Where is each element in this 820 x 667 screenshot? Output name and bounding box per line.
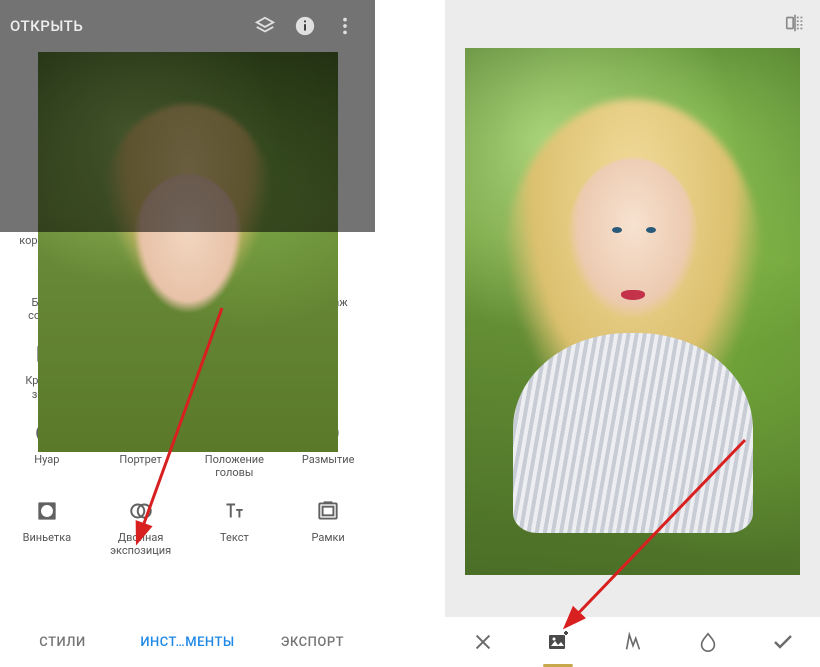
top-toolbar: ОТКРЫТЬ	[0, 0, 375, 52]
tool-double-exposure[interactable]: Двойная экспозиция	[94, 497, 188, 557]
left-photo-preview: ОТКРЫТЬ	[0, 0, 375, 232]
right-screenshot	[445, 0, 820, 667]
info-icon[interactable]	[285, 6, 325, 46]
compare-icon[interactable]	[784, 12, 806, 34]
tool-text[interactable]: Текст	[188, 497, 282, 557]
double-exposure-icon	[127, 497, 155, 525]
tab-tools[interactable]: ИНСТ…МЕНТЫ	[125, 621, 250, 663]
tab-export[interactable]: ЭКСПОРТ	[250, 621, 375, 663]
tool-label: Портрет	[119, 453, 161, 479]
text-icon	[220, 497, 248, 525]
more-icon[interactable]	[325, 6, 365, 46]
main-photo[interactable]	[465, 48, 800, 575]
double-exposure-toolbar	[445, 617, 820, 667]
tool-label: Рамки	[311, 531, 344, 557]
frames-icon	[314, 497, 342, 525]
tab-styles[interactable]: СТИЛИ	[0, 621, 125, 663]
tool-frames[interactable]: Рамки	[281, 497, 375, 557]
open-button[interactable]: ОТКРЫТЬ	[10, 17, 83, 35]
editor-canvas	[445, 0, 820, 617]
tool-label: Текст	[220, 531, 249, 557]
add-image-button[interactable]	[533, 617, 583, 667]
blend-mode-button[interactable]	[608, 617, 658, 667]
left-screenshot: ОТКРЫТЬ коррекция коррекция Блеск софита	[0, 0, 375, 667]
tool-vignette[interactable]: Виньетка	[0, 497, 94, 557]
tool-label: Двойная экспозиция	[110, 531, 171, 557]
layers-icon[interactable]	[245, 6, 285, 46]
opacity-button[interactable]	[683, 617, 733, 667]
tool-label: Размытие	[302, 453, 355, 479]
vignette-icon	[33, 497, 61, 525]
tool-label: Виньетка	[23, 531, 72, 557]
apply-button[interactable]	[758, 617, 808, 667]
panel-gap	[375, 0, 445, 667]
bottom-tabs: СТИЛИ ИНСТ…МЕНТЫ ЭКСПОРТ	[0, 621, 375, 663]
close-button[interactable]	[458, 617, 508, 667]
tool-label: Нуар	[34, 453, 59, 479]
tool-label: Положение головы	[205, 453, 264, 479]
